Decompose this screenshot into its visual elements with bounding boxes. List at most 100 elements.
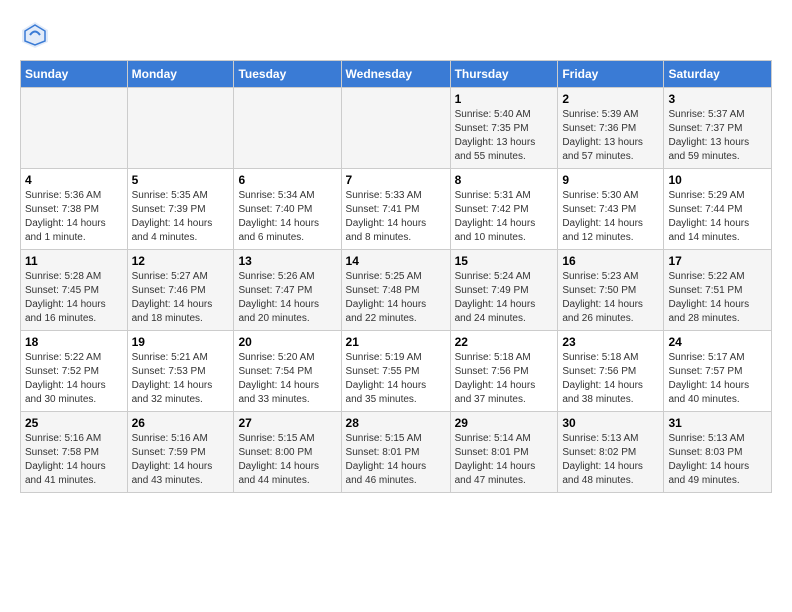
day-info: Sunrise: 5:26 AM Sunset: 7:47 PM Dayligh…	[238, 270, 336, 326]
day-info: Sunrise: 5:22 AM Sunset: 7:51 PM Dayligh…	[668, 270, 767, 326]
col-header-wednesday: Wednesday	[341, 61, 450, 88]
col-header-monday: Monday	[127, 61, 234, 88]
day-number: 14	[346, 254, 446, 268]
day-info: Sunrise: 5:18 AM Sunset: 7:56 PM Dayligh…	[562, 351, 659, 407]
day-number: 27	[238, 416, 336, 430]
day-info: Sunrise: 5:15 AM Sunset: 8:00 PM Dayligh…	[238, 432, 336, 488]
calendar-cell: 17Sunrise: 5:22 AM Sunset: 7:51 PM Dayli…	[664, 250, 772, 331]
calendar-cell	[21, 88, 128, 169]
day-info: Sunrise: 5:18 AM Sunset: 7:56 PM Dayligh…	[455, 351, 554, 407]
calendar-cell: 8 Sunrise: 5:31 AM Sunset: 7:42 PM Daylig…	[450, 169, 558, 250]
calendar-cell: 28Sunrise: 5:15 AM Sunset: 8:01 PM Dayli…	[341, 412, 450, 493]
calendar-cell: 11Sunrise: 5:28 AM Sunset: 7:45 PM Dayli…	[21, 250, 128, 331]
calendar-cell: 20 Sunrise: 5:20 AM Sunset: 7:54 PM Dayli…	[234, 331, 341, 412]
calendar-cell: 31 Sunrise: 5:13 AM Sunset: 8:03 PM Dayli…	[664, 412, 772, 493]
day-info: Sunrise: 5:29 AM Sunset: 7:44 PM Dayligh…	[668, 189, 767, 245]
logo-icon	[20, 20, 50, 50]
day-info: Sunrise: 5:37 AM Sunset: 7:37 PM Dayligh…	[668, 108, 767, 164]
day-info: Sunrise: 5:20 AM Sunset: 7:54 PM Dayligh…	[238, 351, 336, 407]
day-number: 5	[132, 173, 230, 187]
day-number: 11	[25, 254, 123, 268]
calendar-cell: 12 Sunrise: 5:27 AM Sunset: 7:46 PM Dayli…	[127, 250, 234, 331]
day-number: 18	[25, 335, 123, 349]
day-number: 29	[455, 416, 554, 430]
col-header-sunday: Sunday	[21, 61, 128, 88]
day-info: Sunrise: 5:14 AM Sunset: 8:01 PM Dayligh…	[455, 432, 554, 488]
col-header-tuesday: Tuesday	[234, 61, 341, 88]
day-info: Sunrise: 5:22 AM Sunset: 7:52 PM Dayligh…	[25, 351, 123, 407]
page-header	[20, 20, 772, 50]
col-header-friday: Friday	[558, 61, 664, 88]
day-number: 20	[238, 335, 336, 349]
day-info: Sunrise: 5:19 AM Sunset: 7:55 PM Dayligh…	[346, 351, 446, 407]
calendar-cell: 15 Sunrise: 5:24 AM Sunset: 7:49 PM Dayli…	[450, 250, 558, 331]
day-info: Sunrise: 5:13 AM Sunset: 8:03 PM Dayligh…	[668, 432, 767, 488]
day-number: 6	[238, 173, 336, 187]
day-info: Sunrise: 5:40 AM Sunset: 7:35 PM Dayligh…	[455, 108, 554, 164]
day-number: 9	[562, 173, 659, 187]
calendar-table: SundayMondayTuesdayWednesdayThursdayFrid…	[20, 60, 772, 493]
calendar-cell: 21 Sunrise: 5:19 AM Sunset: 7:55 PM Dayli…	[341, 331, 450, 412]
calendar-cell: 14 Sunrise: 5:25 AM Sunset: 7:48 PM Dayli…	[341, 250, 450, 331]
day-number: 15	[455, 254, 554, 268]
day-info: Sunrise: 5:31 AM Sunset: 7:42 PM Dayligh…	[455, 189, 554, 245]
day-number: 19	[132, 335, 230, 349]
day-number: 24	[668, 335, 767, 349]
day-number: 12	[132, 254, 230, 268]
week-row-5: 25 Sunrise: 5:16 AM Sunset: 7:58 PM Dayli…	[21, 412, 772, 493]
calendar-cell: 24 Sunrise: 5:17 AM Sunset: 7:57 PM Dayli…	[664, 331, 772, 412]
calendar-cell: 26 Sunrise: 5:16 AM Sunset: 7:59 PM Dayli…	[127, 412, 234, 493]
col-header-saturday: Saturday	[664, 61, 772, 88]
calendar-cell: 2 Sunrise: 5:39 AM Sunset: 7:36 PM Daylig…	[558, 88, 664, 169]
day-info: Sunrise: 5:36 AM Sunset: 7:38 PM Dayligh…	[25, 189, 123, 245]
calendar-cell: 1Sunrise: 5:40 AM Sunset: 7:35 PM Daylig…	[450, 88, 558, 169]
day-info: Sunrise: 5:30 AM Sunset: 7:43 PM Dayligh…	[562, 189, 659, 245]
day-number: 16	[562, 254, 659, 268]
calendar-cell: 3 Sunrise: 5:37 AM Sunset: 7:37 PM Daylig…	[664, 88, 772, 169]
day-info: Sunrise: 5:24 AM Sunset: 7:49 PM Dayligh…	[455, 270, 554, 326]
week-row-1: 1Sunrise: 5:40 AM Sunset: 7:35 PM Daylig…	[21, 88, 772, 169]
calendar-cell: 27 Sunrise: 5:15 AM Sunset: 8:00 PM Dayli…	[234, 412, 341, 493]
calendar-cell	[234, 88, 341, 169]
day-number: 8	[455, 173, 554, 187]
calendar-cell: 18 Sunrise: 5:22 AM Sunset: 7:52 PM Dayli…	[21, 331, 128, 412]
day-info: Sunrise: 5:23 AM Sunset: 7:50 PM Dayligh…	[562, 270, 659, 326]
day-info: Sunrise: 5:34 AM Sunset: 7:40 PM Dayligh…	[238, 189, 336, 245]
day-number: 31	[668, 416, 767, 430]
day-number: 4	[25, 173, 123, 187]
day-number: 13	[238, 254, 336, 268]
day-info: Sunrise: 5:21 AM Sunset: 7:53 PM Dayligh…	[132, 351, 230, 407]
day-info: Sunrise: 5:39 AM Sunset: 7:36 PM Dayligh…	[562, 108, 659, 164]
day-info: Sunrise: 5:27 AM Sunset: 7:46 PM Dayligh…	[132, 270, 230, 326]
calendar-cell: 23 Sunrise: 5:18 AM Sunset: 7:56 PM Dayli…	[558, 331, 664, 412]
day-info: Sunrise: 5:15 AM Sunset: 8:01 PM Dayligh…	[346, 432, 446, 488]
col-header-thursday: Thursday	[450, 61, 558, 88]
day-info: Sunrise: 5:17 AM Sunset: 7:57 PM Dayligh…	[668, 351, 767, 407]
day-number: 21	[346, 335, 446, 349]
day-number: 22	[455, 335, 554, 349]
day-number: 26	[132, 416, 230, 430]
calendar-cell: 6 Sunrise: 5:34 AM Sunset: 7:40 PM Daylig…	[234, 169, 341, 250]
day-number: 10	[668, 173, 767, 187]
calendar-cell: 5Sunrise: 5:35 AM Sunset: 7:39 PM Daylig…	[127, 169, 234, 250]
day-number: 23	[562, 335, 659, 349]
calendar-cell: 19 Sunrise: 5:21 AM Sunset: 7:53 PM Dayli…	[127, 331, 234, 412]
day-info: Sunrise: 5:16 AM Sunset: 7:59 PM Dayligh…	[132, 432, 230, 488]
calendar-cell: 4 Sunrise: 5:36 AM Sunset: 7:38 PM Daylig…	[21, 169, 128, 250]
calendar-cell	[127, 88, 234, 169]
calendar-cell	[341, 88, 450, 169]
day-number: 3	[668, 92, 767, 106]
day-info: Sunrise: 5:16 AM Sunset: 7:58 PM Dayligh…	[25, 432, 123, 488]
calendar-cell: 29 Sunrise: 5:14 AM Sunset: 8:01 PM Dayli…	[450, 412, 558, 493]
day-number: 30	[562, 416, 659, 430]
day-number: 7	[346, 173, 446, 187]
header-row: SundayMondayTuesdayWednesdayThursdayFrid…	[21, 61, 772, 88]
calendar-cell: 30Sunrise: 5:13 AM Sunset: 8:02 PM Dayli…	[558, 412, 664, 493]
day-number: 25	[25, 416, 123, 430]
day-number: 2	[562, 92, 659, 106]
calendar-cell: 25 Sunrise: 5:16 AM Sunset: 7:58 PM Dayli…	[21, 412, 128, 493]
day-info: Sunrise: 5:25 AM Sunset: 7:48 PM Dayligh…	[346, 270, 446, 326]
logo	[20, 20, 55, 50]
calendar-cell: 9 Sunrise: 5:30 AM Sunset: 7:43 PM Daylig…	[558, 169, 664, 250]
calendar-cell: 22 Sunrise: 5:18 AM Sunset: 7:56 PM Dayli…	[450, 331, 558, 412]
